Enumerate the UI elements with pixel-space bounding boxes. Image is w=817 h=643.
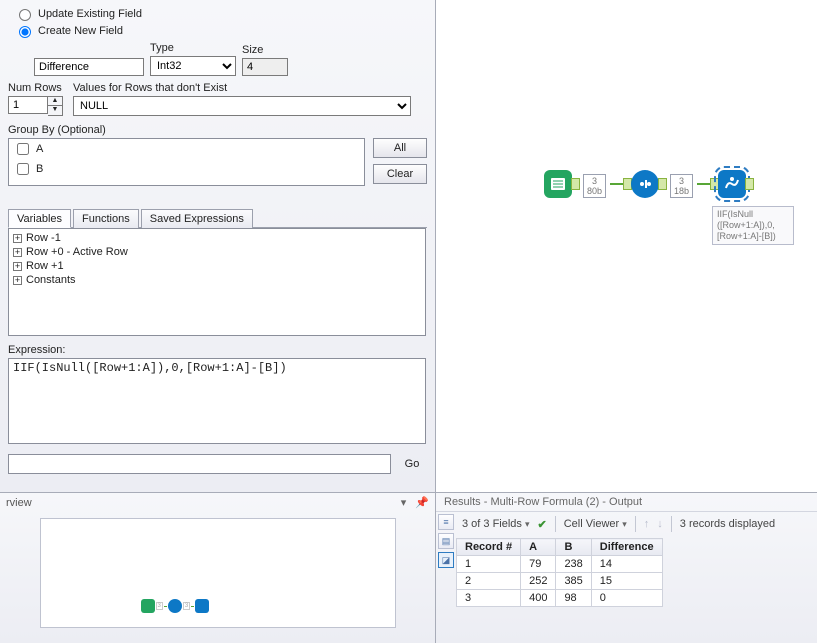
table-row[interactable]: 1 79 238 14 bbox=[457, 556, 663, 573]
go-input[interactable] bbox=[8, 454, 391, 474]
mini-text-input-tool bbox=[141, 599, 155, 613]
mini-select-tool bbox=[168, 599, 182, 613]
workflow: 380b 318b bbox=[544, 170, 753, 198]
mini-annotation: 3 bbox=[183, 602, 190, 610]
tree-item[interactable]: +Row +0 - Active Row bbox=[13, 245, 421, 259]
type-label: Type bbox=[150, 42, 236, 54]
radio-create-label: Create New Field bbox=[38, 25, 123, 37]
radio-update-label: Update Existing Field bbox=[38, 8, 142, 20]
dropdown-icon[interactable]: ▾ bbox=[401, 497, 407, 509]
groupby-check-a[interactable] bbox=[17, 143, 29, 155]
connection-annotation: 380b bbox=[583, 174, 606, 198]
view-records-icon[interactable]: ▤ bbox=[438, 533, 454, 549]
col-difference[interactable]: Difference bbox=[591, 539, 662, 556]
fieldname-input[interactable] bbox=[34, 58, 144, 76]
go-button[interactable]: Go bbox=[397, 454, 427, 474]
numrows-input[interactable] bbox=[8, 96, 48, 114]
col-b[interactable]: B bbox=[556, 539, 591, 556]
expand-icon[interactable]: + bbox=[13, 234, 22, 243]
expand-icon[interactable]: + bbox=[13, 262, 22, 271]
expression-input[interactable]: IIF(IsNull([Row+1:A]),0,[Row+1:A]-[B]) bbox=[8, 358, 426, 444]
radio-create[interactable] bbox=[19, 26, 31, 38]
expand-icon[interactable]: + bbox=[13, 248, 22, 257]
groupby-label: Group By (Optional) bbox=[8, 124, 106, 136]
values-select[interactable]: NULL bbox=[73, 96, 411, 116]
tree-item[interactable]: +Row +1 bbox=[13, 259, 421, 273]
col-a[interactable]: A bbox=[521, 539, 556, 556]
numrows-label: Num Rows bbox=[8, 82, 63, 94]
output-anchor[interactable] bbox=[571, 178, 580, 190]
numrows-spin-up[interactable]: ▲ bbox=[48, 97, 62, 106]
overview-title: rview bbox=[6, 497, 32, 509]
expression-label: Expression: bbox=[8, 344, 65, 356]
workflow-canvas[interactable]: 380b 318b IIF(IsNull ([Row+1:A]),0, [Row… bbox=[436, 0, 817, 493]
tab-functions[interactable]: Functions bbox=[73, 209, 139, 228]
all-button[interactable]: All bbox=[373, 138, 427, 158]
col-record[interactable]: Record # bbox=[457, 539, 521, 556]
groupby-listbox[interactable]: A B bbox=[8, 138, 365, 186]
table-row[interactable]: 3 400 98 0 bbox=[457, 590, 663, 607]
groupby-item-b[interactable]: B bbox=[9, 159, 364, 179]
overview-minimap[interactable]: 3 3 bbox=[40, 518, 396, 628]
tab-variables[interactable]: Variables bbox=[8, 209, 71, 228]
cellviewer-dropdown[interactable]: Cell Viewer ▾ bbox=[564, 518, 627, 530]
output-anchor[interactable] bbox=[658, 178, 667, 190]
text-input-tool[interactable] bbox=[544, 170, 572, 198]
wire bbox=[610, 183, 624, 185]
move-down-icon[interactable]: ↓ bbox=[657, 518, 663, 530]
wire bbox=[697, 183, 711, 185]
radio-update-row[interactable]: Update Existing Field bbox=[14, 6, 427, 21]
expand-icon[interactable]: + bbox=[13, 276, 22, 285]
fields-dropdown[interactable]: 3 of 3 Fields ▾ bbox=[462, 518, 530, 530]
records-count: 3 records displayed bbox=[680, 518, 775, 530]
groupby-check-b[interactable] bbox=[17, 163, 29, 175]
size-input bbox=[242, 58, 288, 76]
mini-multirow-tool bbox=[195, 599, 209, 613]
move-up-icon[interactable]: ↑ bbox=[644, 518, 650, 530]
variables-tree[interactable]: +Row -1 +Row +0 - Active Row +Row +1 +Co… bbox=[8, 228, 426, 336]
values-label: Values for Rows that don't Exist bbox=[73, 82, 427, 94]
view-data-icon[interactable]: ◪ bbox=[438, 552, 454, 568]
connection-annotation: 318b bbox=[670, 174, 693, 198]
results-table[interactable]: Record # A B Difference 1 79 238 14 2 bbox=[456, 538, 663, 607]
type-select[interactable]: Int32 bbox=[150, 56, 236, 76]
config-panel: Update Existing Field Create New Field T… bbox=[0, 0, 436, 493]
numrows-spin-down[interactable]: ▼ bbox=[48, 106, 62, 115]
clear-button[interactable]: Clear bbox=[373, 164, 427, 184]
tree-item[interactable]: +Constants bbox=[13, 273, 421, 287]
table-row[interactable]: 2 252 385 15 bbox=[457, 573, 663, 590]
results-title: Results - Multi-Row Formula (2) - Output bbox=[436, 493, 817, 512]
radio-update[interactable] bbox=[19, 9, 31, 21]
overview-panel: rview ▾ 📌 3 3 bbox=[0, 493, 436, 643]
check-icon: ✔ bbox=[538, 518, 547, 531]
groupby-item-a[interactable]: A bbox=[9, 139, 364, 159]
mini-annotation: 3 bbox=[156, 602, 163, 610]
radio-create-row[interactable]: Create New Field bbox=[14, 23, 427, 38]
output-anchor[interactable] bbox=[745, 178, 754, 190]
tree-item[interactable]: +Row -1 bbox=[13, 231, 421, 245]
results-panel: Results - Multi-Row Formula (2) - Output… bbox=[436, 493, 817, 643]
view-list-icon[interactable]: ≡ bbox=[438, 514, 454, 530]
select-tool[interactable] bbox=[631, 170, 659, 198]
expr-tabs: Variables Functions Saved Expressions bbox=[8, 208, 427, 228]
tab-saved[interactable]: Saved Expressions bbox=[141, 209, 253, 228]
pin-icon[interactable]: 📌 bbox=[415, 497, 429, 509]
tool-annotation: IIF(IsNull ([Row+1:A]),0, [Row+1:A]-[B]) bbox=[712, 206, 794, 245]
multi-row-formula-tool[interactable] bbox=[718, 170, 746, 198]
size-label: Size bbox=[242, 44, 288, 56]
